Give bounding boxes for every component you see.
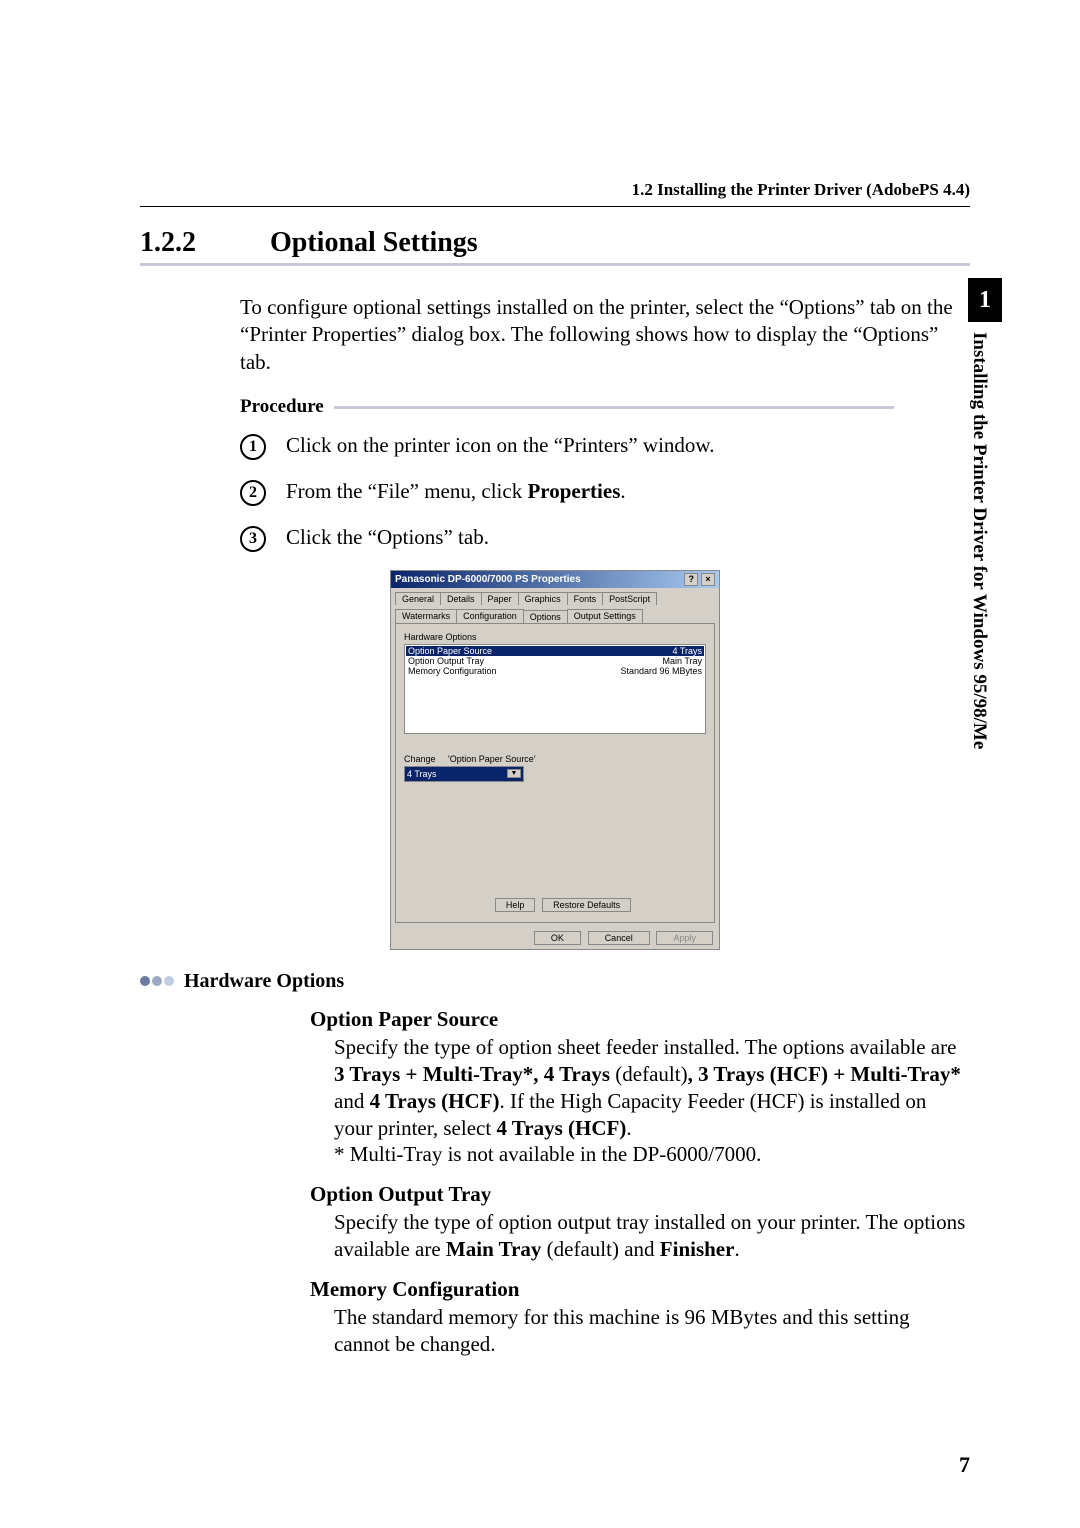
dialog-help-icon[interactable]: ? (684, 573, 698, 586)
change-label: Change (404, 754, 436, 764)
change-row: Change 'Option Paper Source' 4 Trays ▼ (404, 754, 706, 782)
procedure-label: Procedure (240, 396, 970, 418)
list-item-value: Main Tray (662, 656, 702, 666)
tab-watermarks[interactable]: Watermarks (395, 609, 457, 623)
change-caption: 'Option Paper Source' (448, 754, 536, 764)
dialog-body: Hardware Options Option Paper Source 4 T… (395, 623, 715, 923)
list-item-name: Option Paper Source (408, 646, 492, 656)
step-2-text-bold: Properties (527, 479, 620, 503)
step-2-text-pre: From the “File” menu, click (286, 479, 527, 503)
list-item-name: Option Output Tray (408, 656, 484, 666)
hardware-options-heading: Hardware Options (184, 970, 344, 993)
tab-graphics[interactable]: Graphics (518, 592, 568, 605)
dialog-tabs-row1: General Details Paper Graphics Fonts Pos… (391, 588, 719, 605)
tab-details[interactable]: Details (440, 592, 482, 605)
dialog-close-icon[interactable]: × (701, 573, 715, 586)
list-item-value: Standard 96 MBytes (620, 666, 702, 676)
step-1: 1 Click on the printer icon on the “Prin… (240, 432, 970, 460)
option-output-tray-title: Option Output Tray (310, 1182, 970, 1207)
help-button[interactable]: Help (495, 898, 536, 912)
list-row-output-tray[interactable]: Option Output Tray Main Tray (406, 656, 704, 666)
dialog-title-text: Panasonic DP-6000/7000 PS Properties (395, 574, 581, 585)
dialog-title-bar: Panasonic DP-6000/7000 PS Properties ? × (391, 571, 719, 588)
step-3-text: Click the “Options” tab. (286, 524, 489, 551)
hardware-options-subheading: Hardware Options (140, 970, 970, 993)
page-number: 7 (959, 1452, 970, 1478)
chapter-title-vertical: Installing the Printer Driver for Window… (968, 332, 990, 782)
tab-fonts[interactable]: Fonts (567, 592, 604, 605)
section-heading-row: 1.2.2 Optional Settings (140, 227, 970, 266)
tab-options[interactable]: Options (523, 610, 568, 624)
ok-button[interactable]: OK (534, 931, 581, 945)
option-memory-block: Memory Configuration The standard memory… (310, 1277, 970, 1358)
hardware-options-label: Hardware Options (404, 632, 706, 642)
cancel-button[interactable]: Cancel (588, 931, 650, 945)
restore-defaults-button[interactable]: Restore Defaults (542, 898, 631, 912)
dropdown-value: 4 Trays (407, 769, 437, 779)
chapter-number-badge: 1 (968, 278, 1002, 322)
step-1-text: Click on the printer icon on the “Printe… (286, 432, 714, 459)
list-row-memory[interactable]: Memory Configuration Standard 96 MBytes (406, 666, 704, 676)
step-3: 3 Click the “Options” tab. (240, 524, 970, 552)
option-paper-source-title: Option Paper Source (310, 1007, 970, 1032)
tab-output-settings[interactable]: Output Settings (567, 609, 643, 623)
step-2: 2 From the “File” menu, click Properties… (240, 478, 970, 506)
step-2-text: From the “File” menu, click Properties. (286, 478, 626, 505)
tab-postscript[interactable]: PostScript (602, 592, 657, 605)
step-number-icon: 1 (240, 434, 266, 460)
hardware-options-list[interactable]: Option Paper Source 4 Trays Option Outpu… (404, 644, 706, 734)
option-output-tray-body: Specify the type of option output tray i… (334, 1209, 970, 1263)
option-paper-source-body: Specify the type of option sheet feeder … (334, 1034, 970, 1168)
dialog-footer-buttons: OK Cancel Apply (391, 927, 719, 949)
bullet-decor-icon (140, 976, 176, 986)
dialog-tabs-row2: Watermarks Configuration Options Output … (391, 605, 719, 623)
section-number: 1.2.2 (140, 227, 270, 259)
apply-button[interactable]: Apply (656, 931, 713, 945)
chapter-side-tab: 1 Installing the Printer Driver for Wind… (968, 278, 1002, 780)
option-output-tray-block: Option Output Tray Specify the type of o… (310, 1182, 970, 1263)
step-number-icon: 2 (240, 480, 266, 506)
option-paper-source-block: Option Paper Source Specify the type of … (310, 1007, 970, 1168)
running-head: 1.2 Installing the Printer Driver (Adobe… (140, 180, 970, 207)
option-memory-title: Memory Configuration (310, 1277, 970, 1302)
intro-paragraph: To configure optional settings installed… (240, 294, 970, 376)
properties-dialog-screenshot: Panasonic DP-6000/7000 PS Properties ? ×… (390, 570, 720, 950)
tab-general[interactable]: General (395, 592, 441, 605)
section-title: Optional Settings (270, 227, 478, 259)
option-memory-body: The standard memory for this machine is … (334, 1304, 970, 1358)
chevron-down-icon: ▼ (507, 769, 521, 778)
change-dropdown[interactable]: 4 Trays ▼ (404, 766, 524, 782)
step-2-text-post: . (620, 479, 625, 503)
list-item-name: Memory Configuration (408, 666, 497, 676)
list-item-value: 4 Trays (672, 646, 702, 656)
tab-configuration[interactable]: Configuration (456, 609, 524, 623)
list-row-paper-source[interactable]: Option Paper Source 4 Trays (406, 646, 704, 656)
tab-paper[interactable]: Paper (481, 592, 519, 605)
step-number-icon: 3 (240, 526, 266, 552)
dialog-inner-buttons: Help Restore Defaults (404, 898, 722, 912)
